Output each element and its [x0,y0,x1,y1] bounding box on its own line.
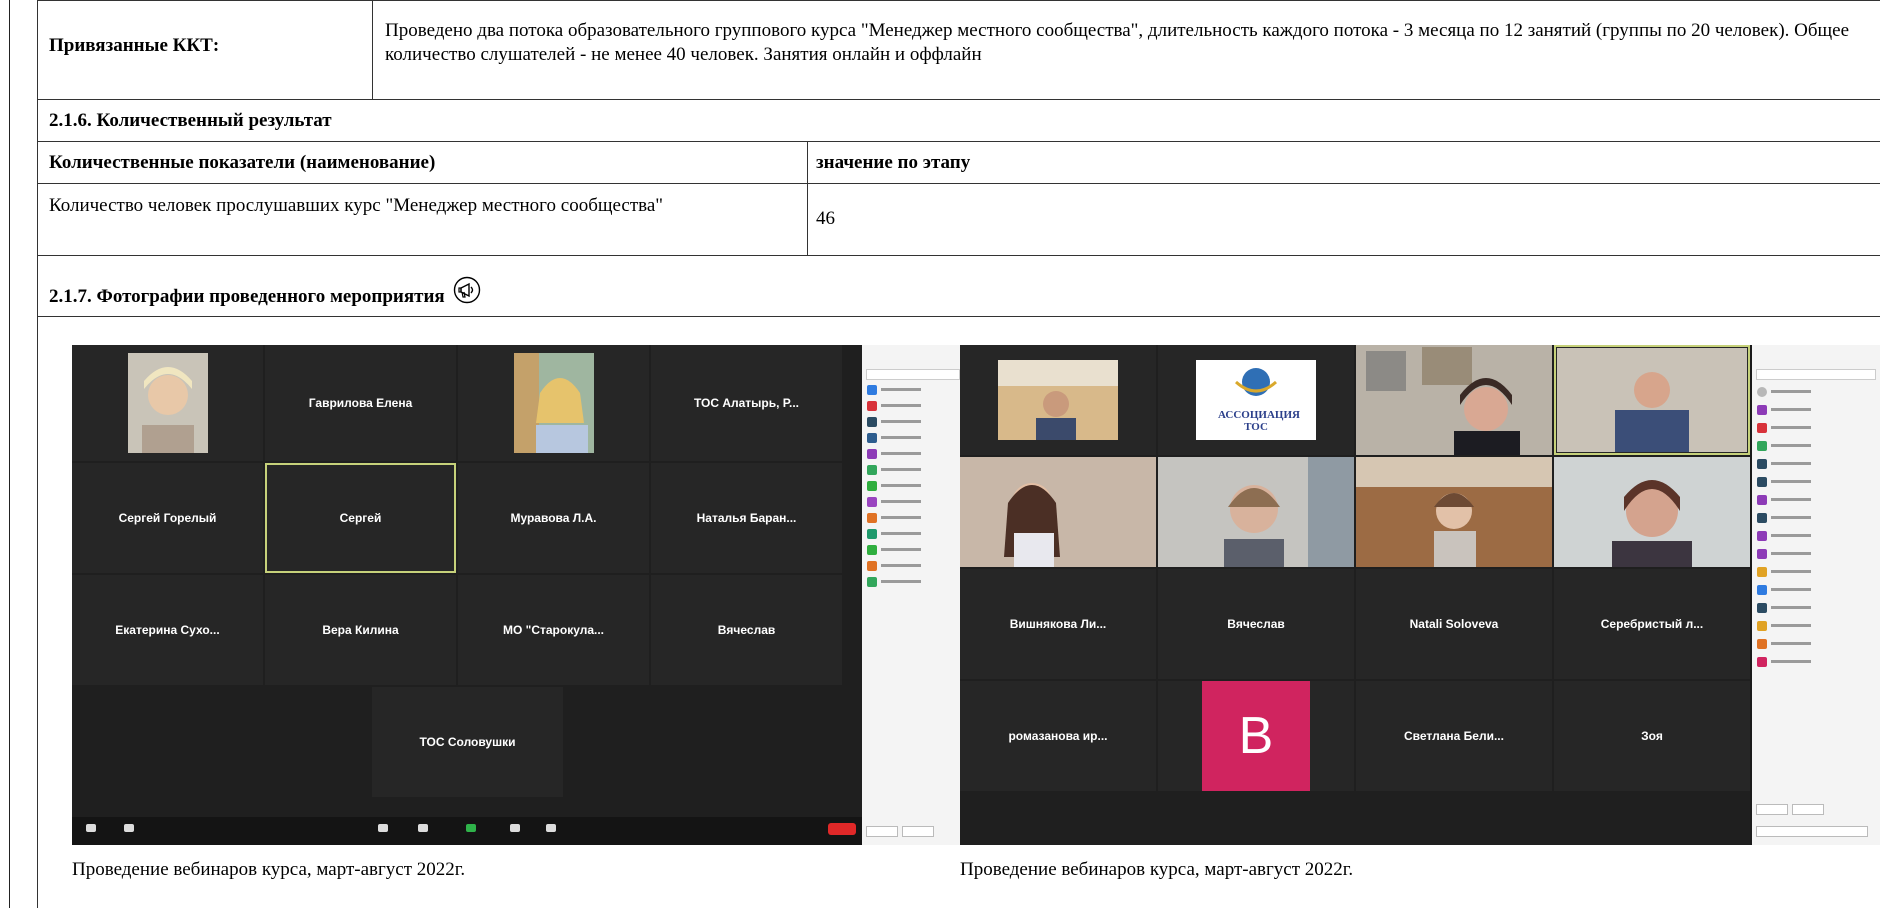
participant-name: Серебристый л... [1600,617,1704,631]
participant-video [1158,457,1354,567]
participant-name: Зоя [1641,729,1663,743]
participant-name: Сергей [339,511,382,525]
kkt-text: Проведено два потока образовательного гр… [385,20,1850,65]
kkt-row: Привязанные ККТ: Проведено два потока об… [37,0,1880,100]
chat-icon[interactable] [418,824,428,832]
indicators-header-value: значение по этапу [816,152,971,173]
participants-panel [862,345,964,845]
section-217-title: 2.1.7. Фотографии проведенного мероприят… [49,286,445,307]
photo-caption-2: Проведение вебинаров курса, март-август … [960,859,1354,880]
invite-button[interactable] [1756,804,1788,815]
indicator-name: Количество человек прослушавших курс "Ме… [37,184,808,255]
video-tile: Екатерина Сухо... [72,575,263,685]
video-tile: Вера Килина [265,575,456,685]
mute-icon[interactable] [86,824,96,832]
participant-name: Екатерина Сухо... [115,623,220,637]
video-icon[interactable] [124,824,134,832]
webinar-screenshot-1: Гаврилова Елена ТОС Алатырь, Р... Сергей… [72,345,964,845]
section-216-title: 2.1.6. Количественный результат [49,110,332,131]
video-tile: ромазанова ир... [960,681,1156,791]
section-217-row: 2.1.7. Фотографии проведенного мероприят… [37,256,1880,317]
participant-name: ромазанова ир... [1008,729,1108,743]
reactions-icon[interactable] [546,824,556,832]
indicator-value: 46 [816,208,835,229]
participants-search-input[interactable] [866,369,960,380]
participant-video [1554,457,1750,567]
avatar-letter: B [1202,681,1310,791]
video-tile: Наталья Баран... [651,463,842,573]
participant-video [998,360,1118,440]
video-tile-active-speaker [1554,345,1750,455]
participants-search-input[interactable] [1756,369,1876,380]
indicators-data-row: Количество человек прослушавших курс "Ме… [37,184,1880,256]
indicators-header-name: Количественные показатели (наименование) [37,142,808,183]
participant-name: ТОС Соловушки [419,735,516,749]
video-gallery: АССОЦИАЦИЯ ТОС Вишнякова Ли... Вячеслав … [960,345,1750,845]
participant-video [1356,345,1552,455]
participant-name: Вячеслав [1227,617,1285,631]
video-tile: Светлана Бели... [1356,681,1552,791]
video-tile: Вишнякова Ли... [960,569,1156,679]
meeting-toolbar [72,817,862,845]
section-217-title-wrap: 2.1.7. Фотографии проведенного мероприят… [37,256,1880,316]
invite-button[interactable] [866,826,898,837]
participant-name: Natali Soloveva [1409,617,1499,631]
video-tile: Сергей Горелый [72,463,263,573]
record-icon[interactable] [510,824,520,832]
video-tile-camera [1554,457,1750,567]
share-screen-icon[interactable] [466,824,476,832]
participants-icon[interactable] [378,824,388,832]
video-tile: Вячеслав [651,575,842,685]
page-gutter-line [9,0,10,908]
participant-name: Светлана Бели... [1404,729,1504,743]
participant-name: Вера Килина [322,623,399,637]
participant-name: ТОС Алатырь, Р... [693,396,800,410]
video-tile-active-speaker: Сергей [265,463,456,573]
video-tile-camera [960,345,1156,455]
video-gallery: Гаврилова Елена ТОС Алатырь, Р... Сергей… [72,345,862,817]
video-tile-logo: АССОЦИАЦИЯ ТОС [1158,345,1354,455]
participant-name: Вишнякова Ли... [1009,617,1107,631]
video-tile-camera [458,345,649,461]
participant-name: Муравова Л.А. [510,511,597,525]
participant-name: МО "Старокула... [502,623,605,637]
video-tile: Серебристый л... [1554,569,1750,679]
video-tile: Natali Soloveva [1356,569,1552,679]
participant-name: Вячеслав [717,623,776,637]
participant-name: Гаврилова Елена [308,396,413,410]
webinar-screenshot-2: АССОЦИАЦИЯ ТОС Вишнякова Ли... Вячеслав … [960,345,1880,845]
video-tile: Зоя [1554,681,1750,791]
video-tile: Муравова Л.А. [458,463,649,573]
mute-all-button[interactable] [902,826,934,837]
participant-name: Сергей Горелый [118,511,217,525]
video-tile-camera [1158,457,1354,567]
participant-video [127,353,208,453]
logo-text: АССОЦИАЦИЯ ТОС [1218,409,1300,433]
participant-name: Наталья Баран... [696,511,797,525]
section-216-row: 2.1.6. Количественный результат [37,100,1880,142]
video-tile: Гаврилова Елена [265,345,456,461]
participants-panel [1752,345,1880,845]
megaphone-icon [454,276,481,304]
video-tile-camera [1356,345,1552,455]
indicators-header-row: Количественные показатели (наименование)… [37,142,1880,184]
photo-caption-1: Проведение вебинаров курса, март-август … [72,859,466,880]
participant-video [1557,348,1747,452]
video-tile: МО "Старокула... [458,575,649,685]
chat-button[interactable] [1756,826,1868,837]
video-tile-camera [72,345,263,461]
video-tile-camera [1356,457,1552,567]
video-tile: ТОС Соловушки [372,687,563,797]
participant-video [513,353,594,453]
participant-video [1356,457,1552,567]
leave-button[interactable] [828,823,856,835]
kkt-label: Привязанные ККТ: [37,0,373,99]
video-tile-camera [960,457,1156,567]
video-tile: ТОС Алатырь, Р... [651,345,842,461]
video-tile: Вячеслав [1158,569,1354,679]
video-tile-avatar: B [1158,681,1354,791]
participant-video [960,457,1156,567]
mute-all-button[interactable] [1792,804,1824,815]
